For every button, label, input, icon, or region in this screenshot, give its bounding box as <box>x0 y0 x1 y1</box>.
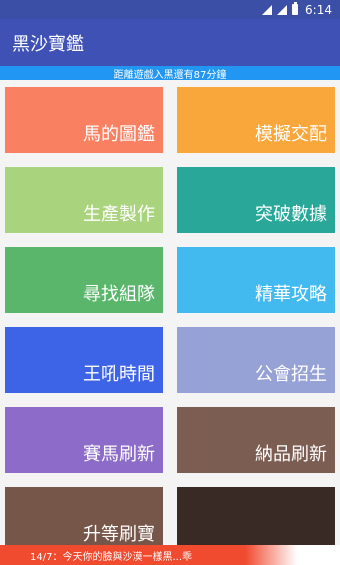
status-time: 6:14 <box>305 2 332 17</box>
status-bar: 6:14 <box>0 0 340 19</box>
tile-breeding-simulator[interactable]: 模擬交配 <box>177 87 335 153</box>
countdown-text: 距離遊戲入黑還有87分鐘 <box>113 69 227 81</box>
tile-label: 公會招生 <box>255 364 327 385</box>
tile-guild-recruit[interactable]: 公會招生 <box>177 327 335 393</box>
tile-label: 尋找組隊 <box>83 284 155 305</box>
tile-label: 馬的圖鑑 <box>83 124 155 145</box>
tile-label: 升等刷寶 <box>83 524 155 545</box>
tile-horse-encyclopedia[interactable]: 馬的圖鑑 <box>5 87 163 153</box>
tile-horse-race-refresh[interactable]: 賽馬刷新 <box>5 407 163 473</box>
tile-boss-timer[interactable]: 王吼時間 <box>5 327 163 393</box>
tile-guides[interactable]: 精華攻略 <box>177 247 335 313</box>
tile-enhancement-data[interactable]: 突破數據 <box>177 167 335 233</box>
tile-unlabeled[interactable] <box>177 487 335 545</box>
tile-delivery-refresh[interactable]: 納品刷新 <box>177 407 335 473</box>
tile-label: 模擬交配 <box>255 124 327 145</box>
tile-label: 納品刷新 <box>255 444 327 465</box>
app-title: 黑沙寶鑑 <box>12 33 84 55</box>
tile-crafting[interactable]: 生產製作 <box>5 167 163 233</box>
tile-label: 精華攻略 <box>255 284 327 305</box>
signal-icon <box>277 4 288 15</box>
countdown-strip: 距離遊戲入黑還有87分鐘 <box>0 66 340 81</box>
app-bar: 黑沙寶鑑 <box>0 19 340 66</box>
tile-label: 突破數據 <box>255 204 327 225</box>
news-ticker[interactable]: 14/7：今天你的臉與沙漠一樣黑...乖 <box>0 545 340 565</box>
tile-label: 王吼時間 <box>83 364 155 385</box>
ticker-text: 14/7：今天你的臉與沙漠一樣黑...乖 <box>30 551 192 563</box>
tile-level-treasure-refresh[interactable]: 升等刷寶 <box>5 487 163 545</box>
battery-icon <box>292 2 299 15</box>
ticker-fade <box>245 545 340 565</box>
tile-find-party[interactable]: 尋找組隊 <box>5 247 163 313</box>
menu-grid: 馬的圖鑑 模擬交配 生產製作 突破數據 尋找組隊 精華攻略 王吼時間 公會招生 … <box>0 80 340 545</box>
tile-label: 賽馬刷新 <box>83 444 155 465</box>
tile-label: 生產製作 <box>83 204 155 225</box>
wifi-icon <box>262 4 273 15</box>
